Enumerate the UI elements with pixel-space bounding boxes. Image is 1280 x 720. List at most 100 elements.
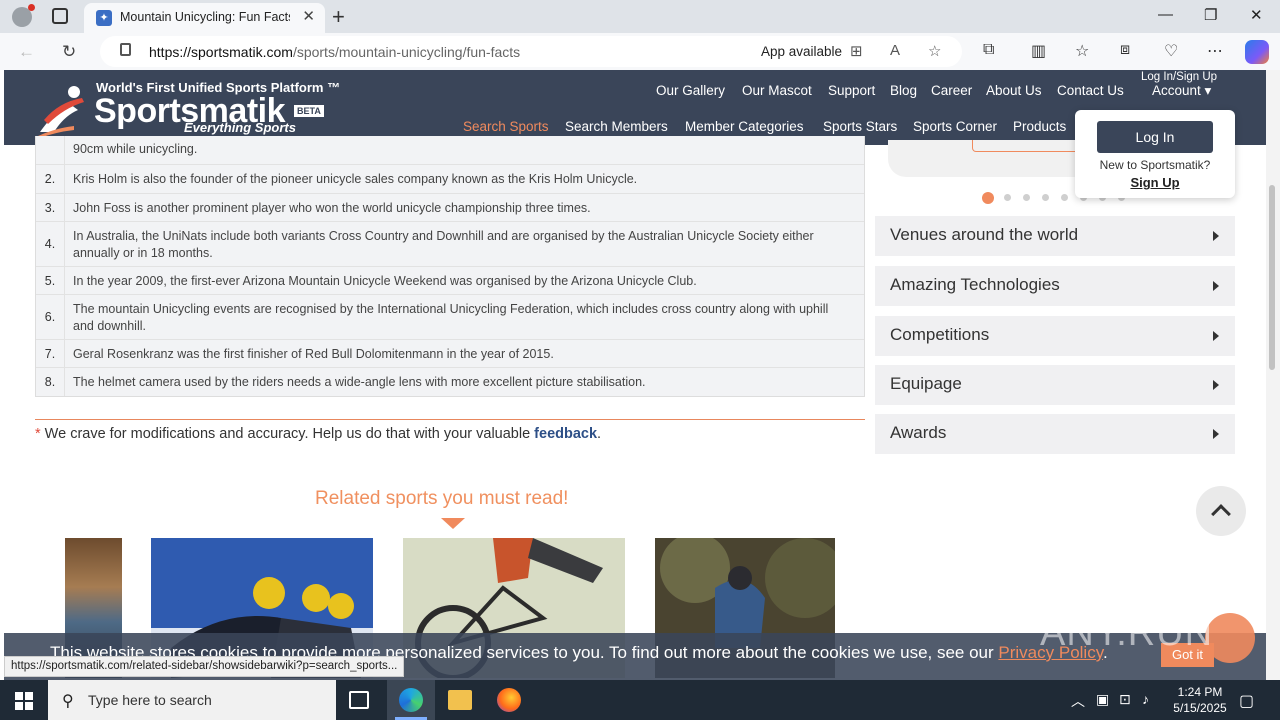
address-bar-row: ← ↻ https://sportsmatik.com/sports/mount… xyxy=(0,33,1280,70)
clock-date: 5/15/2025 xyxy=(1173,701,1227,715)
scrollbar-thumb[interactable] xyxy=(1269,185,1275,370)
nav-our-gallery[interactable]: Our Gallery xyxy=(656,83,725,98)
sidebar-item-technologies[interactable]: Amazing Technologies xyxy=(875,266,1235,306)
url-text[interactable]: https://sportsmatik.com/sports/mountain-… xyxy=(149,44,520,60)
back-icon[interactable]: ← xyxy=(18,42,35,62)
clock-time: 1:24 PM xyxy=(1177,685,1223,699)
sidebar-item-equipage[interactable]: Equipage xyxy=(875,365,1235,405)
taskbar-search-field[interactable]: ⚲ Type here to search xyxy=(48,680,336,720)
task-view-icon[interactable] xyxy=(349,691,369,709)
login-signup-link[interactable]: Log In/Sign Up xyxy=(1141,71,1217,83)
scroll-to-top-button[interactable] xyxy=(1196,486,1246,536)
nav-career[interactable]: Career xyxy=(931,83,972,98)
chevron-down-icon: ▾ xyxy=(1204,83,1212,98)
table-row: 6. The mountain Unicycling events are re… xyxy=(36,294,864,339)
close-tab-icon[interactable]: ✕ xyxy=(302,7,315,25)
row-number: 5. xyxy=(36,267,65,294)
address-field[interactable]: https://sportsmatik.com/sports/mountain-… xyxy=(100,36,962,67)
row-text: In Australia, the UniNats include both v… xyxy=(73,229,814,260)
carousel-dot[interactable] xyxy=(1004,194,1011,201)
system-clock[interactable]: 1:24 PM 5/15/2025 xyxy=(1160,684,1240,716)
windows-taskbar: ⚲ Type here to search ︿ ▣ ⊡ ♪ 1:24 PM 5/… xyxy=(0,680,1280,720)
sidebar-item-venues[interactable]: Venues around the world xyxy=(875,216,1235,256)
firefox-icon[interactable] xyxy=(497,688,521,712)
nav-search-sports[interactable]: Search Sports xyxy=(463,119,549,134)
account-dropdown[interactable]: Account ▾ xyxy=(1152,83,1211,99)
profile-icon[interactable] xyxy=(12,4,35,27)
table-row: 4. In Australia, the UniNats include bot… xyxy=(36,221,864,266)
carousel-dot[interactable] xyxy=(1023,194,1030,201)
table-row: 90cm while unicycling. xyxy=(36,136,864,164)
network-icon[interactable]: ⊡ xyxy=(1119,691,1131,708)
nav-our-mascot[interactable]: Our Mascot xyxy=(742,83,812,98)
signup-link[interactable]: Sign Up xyxy=(1075,175,1235,190)
fun-facts-table: 90cm while unicycling. 2. Kris Holm is a… xyxy=(35,136,865,397)
file-explorer-icon[interactable] xyxy=(448,690,472,710)
feedback-note: * We crave for modifications and accurac… xyxy=(35,426,601,442)
edge-icon xyxy=(399,688,423,712)
refresh-icon[interactable]: ↻ xyxy=(62,42,76,62)
carousel-dot[interactable] xyxy=(1042,194,1049,201)
app-available-label[interactable]: App available xyxy=(761,44,842,59)
install-app-icon[interactable]: ⊞ xyxy=(850,42,863,60)
active-tab[interactable]: ✦ Mountain Unicycling: Fun Facts, ✕ xyxy=(84,3,325,33)
caret-right-icon xyxy=(1213,281,1219,291)
carousel-dot[interactable] xyxy=(1061,194,1068,201)
restore-icon[interactable]: ❐ xyxy=(1204,6,1217,24)
table-row: 8. The helmet camera used by the riders … xyxy=(36,367,864,396)
new-tab-icon[interactable]: + xyxy=(332,4,345,30)
show-hidden-icons[interactable]: ︿ xyxy=(1071,691,1085,711)
minimize-icon[interactable]: — xyxy=(1158,6,1173,23)
device-icon[interactable]: ▣ xyxy=(1096,691,1109,708)
row-number: 6. xyxy=(36,295,65,339)
search-icon: ⚲ xyxy=(62,693,74,710)
browser-essentials-icon[interactable]: ♡ xyxy=(1164,41,1178,61)
favorites-icon[interactable]: ☆ xyxy=(1075,41,1089,61)
caret-right-icon xyxy=(1213,429,1219,439)
extensions-icon[interactable]: ⧉ xyxy=(983,41,994,59)
page-scrollbar[interactable] xyxy=(1266,70,1280,680)
favorite-star-icon[interactable]: ☆ xyxy=(928,42,941,60)
login-dropdown: Log In New to Sportsmatik? Sign Up xyxy=(1075,110,1235,198)
nav-about-us[interactable]: About Us xyxy=(986,83,1042,98)
more-menu-icon[interactable]: ⋯ xyxy=(1207,41,1223,61)
feedback-link[interactable]: feedback xyxy=(534,426,597,442)
feedback-end: . xyxy=(597,426,602,442)
notifications-icon[interactable]: ▢ xyxy=(1239,691,1254,711)
copilot-icon[interactable] xyxy=(1245,40,1269,64)
sidebar-item-label: Awards xyxy=(890,423,947,442)
status-bar-url: https://sportsmatik.com/related-sidebar/… xyxy=(4,656,405,677)
table-row: 3. John Foss is another prominent player… xyxy=(36,193,864,221)
nav-products[interactable]: Products xyxy=(1013,119,1066,134)
login-button[interactable]: Log In xyxy=(1097,121,1213,153)
new-user-prompt: New to Sportsmatik? xyxy=(1099,158,1211,172)
nav-sports-corner[interactable]: Sports Corner xyxy=(913,119,997,134)
lock-icon[interactable] xyxy=(120,43,131,56)
row-number: 7. xyxy=(36,340,65,367)
nav-search-members[interactable]: Search Members xyxy=(565,119,668,134)
nav-support[interactable]: Support xyxy=(828,83,875,98)
nav-contact-us[interactable]: Contact Us xyxy=(1057,83,1124,98)
row-number: 2. xyxy=(36,165,65,193)
nav-sports-stars[interactable]: Sports Stars xyxy=(823,119,897,134)
browser-tab-strip: ✦ Mountain Unicycling: Fun Facts, ✕ + — … xyxy=(0,0,1280,33)
volume-icon[interactable]: ♪ xyxy=(1142,691,1149,707)
row-text: In the year 2009, the first-ever Arizona… xyxy=(73,274,697,288)
caret-right-icon xyxy=(1213,331,1219,341)
split-screen-icon[interactable]: ▥ xyxy=(1031,41,1046,61)
nav-blog[interactable]: Blog xyxy=(890,83,917,98)
tab-actions-icon[interactable] xyxy=(52,8,68,24)
close-window-icon[interactable]: ✕ xyxy=(1250,6,1263,24)
read-aloud-icon[interactable]: A xyxy=(890,42,900,59)
site-favicon-icon: ✦ xyxy=(96,10,112,26)
sportsmatik-logo-icon[interactable] xyxy=(34,82,94,138)
collections-icon[interactable]: ⧈ xyxy=(1120,41,1130,59)
notification-dot xyxy=(28,4,35,11)
sidebar-item-awards[interactable]: Awards xyxy=(875,414,1235,454)
sidebar-item-competitions[interactable]: Competitions xyxy=(875,316,1235,356)
windows-start-icon[interactable] xyxy=(15,692,33,710)
promo-button-edge[interactable] xyxy=(972,140,1092,152)
carousel-dot-active[interactable] xyxy=(982,192,994,204)
nav-member-categories[interactable]: Member Categories xyxy=(685,119,804,134)
sidebar-item-label: Venues around the world xyxy=(890,225,1079,244)
